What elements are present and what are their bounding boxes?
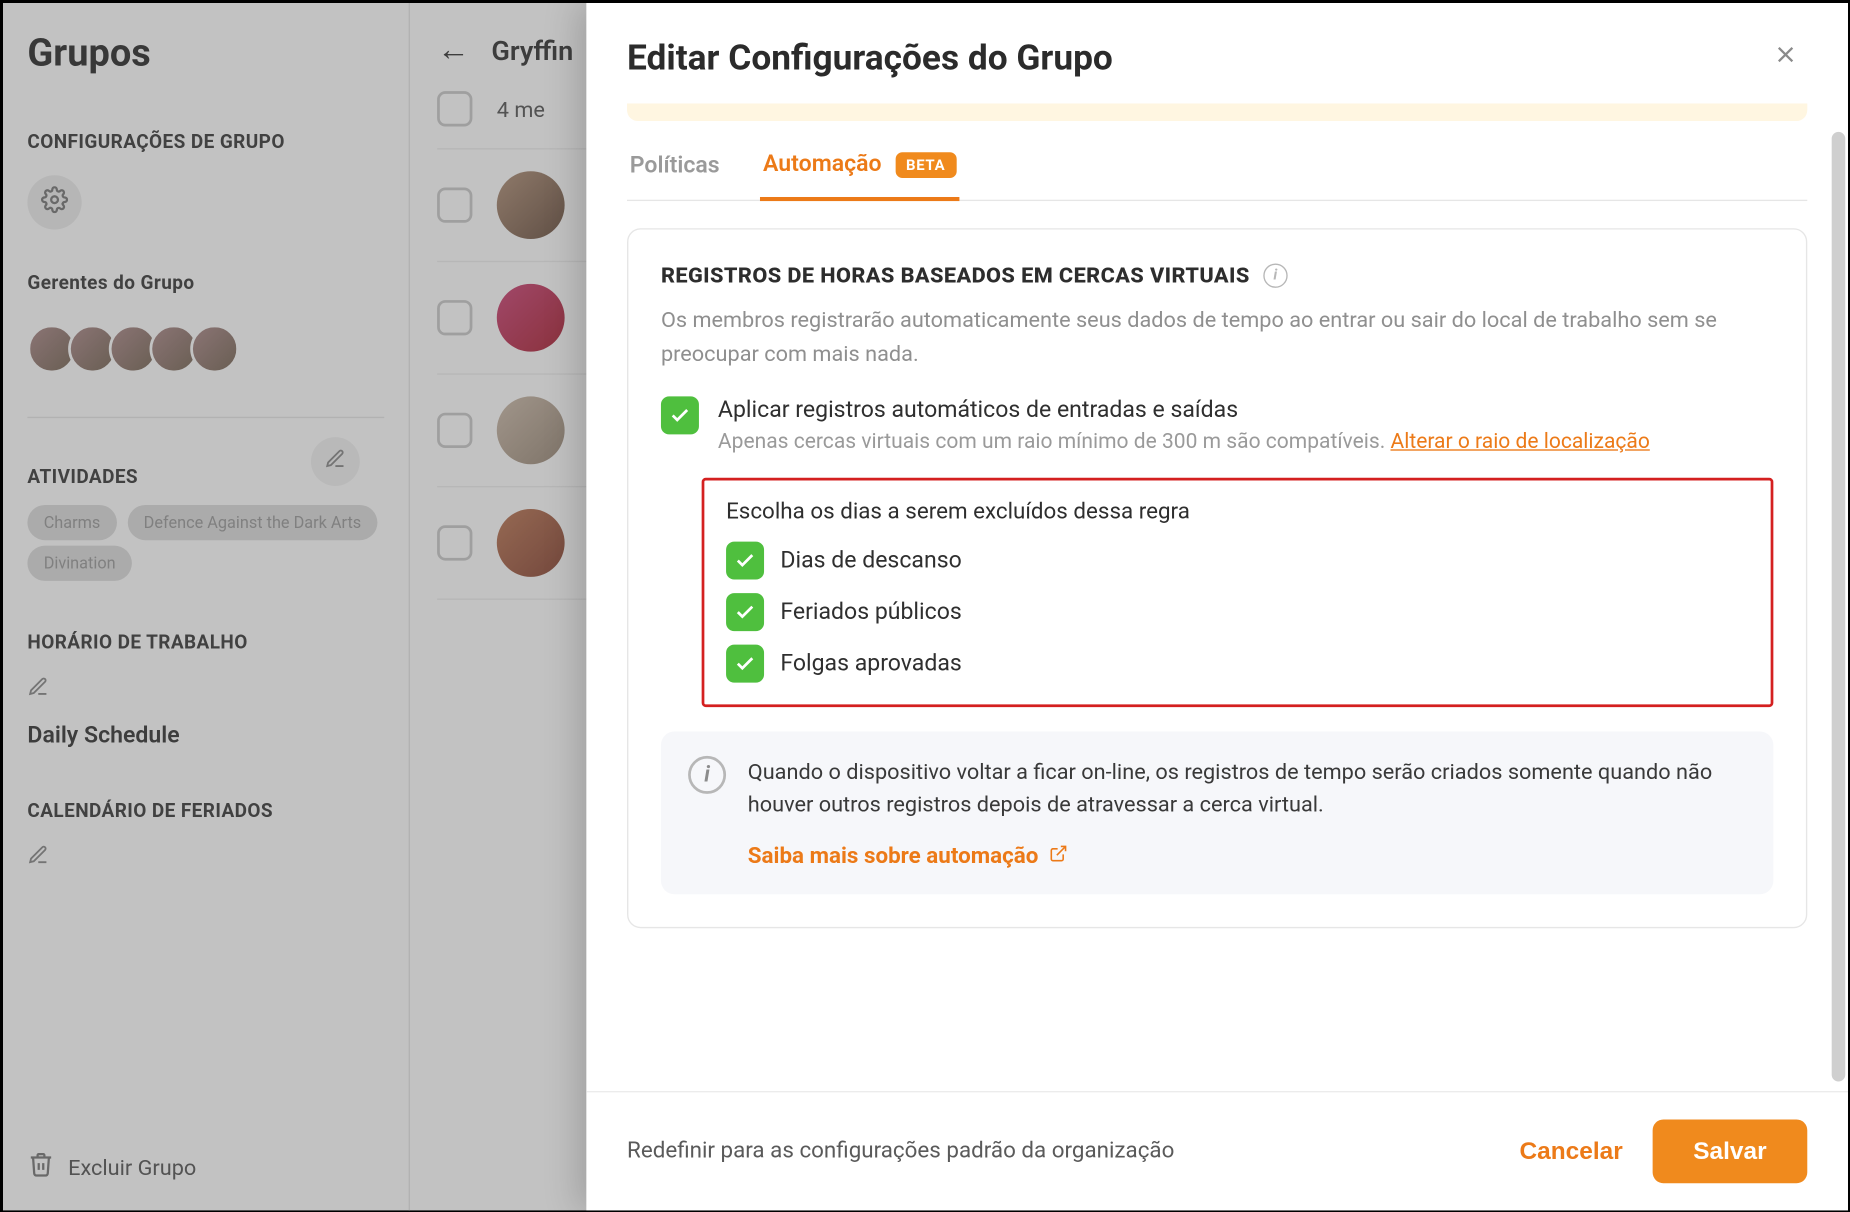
member-checkbox[interactable] [437, 525, 472, 560]
edit-group-settings-modal: Editar Configurações do Grupo Políticas … [586, 3, 1848, 1210]
note-text: Quando o dispositivo voltar a ficar on-l… [748, 755, 1746, 822]
delete-group-label: Excluir Grupo [68, 1154, 196, 1180]
exclude-approved-timeoff-checkbox[interactable] [726, 644, 764, 682]
avatar[interactable] [497, 284, 565, 352]
trash-icon [27, 1151, 54, 1184]
info-icon[interactable]: i [1263, 263, 1287, 287]
sidebar-section-holiday: CALENDÁRIO DE FERIADOS [27, 801, 384, 823]
apply-auto-sublabel: Apenas cercas virtuais com um raio mínim… [718, 428, 1391, 452]
learn-more-label: Saiba mais sobre automação [748, 844, 1039, 870]
pencil-icon [325, 448, 347, 475]
modal-title: Editar Configurações do Grupo [627, 38, 1113, 79]
apply-auto-label: Aplicar registros automáticos de entrada… [718, 396, 1650, 423]
schedule-name: Daily Schedule [27, 722, 384, 749]
exclude-rest-days-checkbox[interactable] [726, 541, 764, 579]
pencil-icon [27, 844, 49, 871]
card-title: REGISTROS DE HORAS BASEADOS EM CERCAS VI… [661, 262, 1250, 288]
apply-auto-checkbox[interactable] [661, 396, 699, 434]
group-name: Gryffin [491, 34, 573, 67]
member-checkbox[interactable] [437, 300, 472, 335]
activity-tag[interactable]: Divination [27, 546, 131, 581]
save-button[interactable]: Salvar [1653, 1119, 1808, 1183]
change-radius-link[interactable]: Alterar o raio de localização [1390, 428, 1649, 452]
member-checkbox[interactable] [437, 187, 472, 222]
sidebar-section-managers: Gerentes do Grupo [27, 273, 384, 295]
close-button[interactable] [1764, 33, 1807, 85]
avatar[interactable] [497, 509, 565, 577]
tab-automation-label: Automação [763, 151, 882, 178]
banner-slice [627, 103, 1807, 121]
page-title: Grupos [27, 30, 384, 75]
activity-tag[interactable]: Charms [27, 505, 116, 540]
exclude-days-box: Escolha os dias a serem excluídos dessa … [702, 477, 1774, 706]
back-arrow-icon[interactable]: ← [437, 30, 470, 69]
avatar[interactable] [190, 325, 239, 374]
info-icon: i [688, 755, 726, 793]
edit-schedule-button[interactable] [27, 676, 384, 703]
beta-badge: BETA [895, 152, 956, 178]
info-note: i Quando o dispositivo voltar a ficar on… [661, 731, 1773, 895]
sidebar-section-config: CONFIGURAÇÕES DE GRUPO [27, 132, 384, 154]
exclude-public-holidays-checkbox[interactable] [726, 593, 764, 631]
members-summary: 4 me [497, 96, 545, 122]
modal-tabs: Políticas Automação BETA [627, 137, 1807, 201]
external-link-icon [1049, 844, 1068, 870]
tab-automation[interactable]: Automação BETA [760, 137, 959, 201]
select-all-checkbox[interactable] [437, 91, 472, 126]
exclude-title: Escolha os dias a serem excluídos dessa … [726, 499, 1749, 525]
reset-to-org-defaults-link[interactable]: Redefinir para as configurações padrão d… [627, 1138, 1174, 1164]
learn-more-link[interactable]: Saiba mais sobre automação [748, 844, 1746, 870]
exclude-public-holidays-label: Feriados públicos [780, 598, 961, 625]
edit-holiday-button[interactable] [27, 844, 384, 871]
geofence-card: REGISTROS DE HORAS BASEADOS EM CERCAS VI… [627, 228, 1807, 928]
member-checkbox[interactable] [437, 413, 472, 448]
gear-icon [41, 186, 68, 219]
sidebar-section-schedule: HORÁRIO DE TRABALHO [27, 632, 384, 654]
card-description: Os membros registrarão automaticamente s… [661, 304, 1773, 371]
exclude-approved-timeoff-label: Folgas aprovadas [780, 650, 961, 677]
cancel-button[interactable]: Cancelar [1520, 1137, 1623, 1165]
group-settings-gear-button[interactable] [27, 175, 81, 229]
close-icon [1772, 42, 1799, 76]
edit-activities-button[interactable] [311, 437, 360, 486]
exclude-rest-days-label: Dias de descanso [780, 546, 961, 573]
pencil-icon [27, 676, 49, 703]
tab-policies[interactable]: Políticas [627, 137, 722, 199]
avatar[interactable] [497, 396, 565, 464]
divider [27, 417, 384, 418]
delete-group-button[interactable]: Excluir Grupo [27, 1124, 384, 1184]
activity-tag[interactable]: Defence Against the Dark Arts [127, 505, 377, 540]
scrollbar[interactable] [1832, 132, 1846, 1082]
avatar[interactable] [497, 171, 565, 239]
managers-avatar-list [27, 325, 384, 374]
